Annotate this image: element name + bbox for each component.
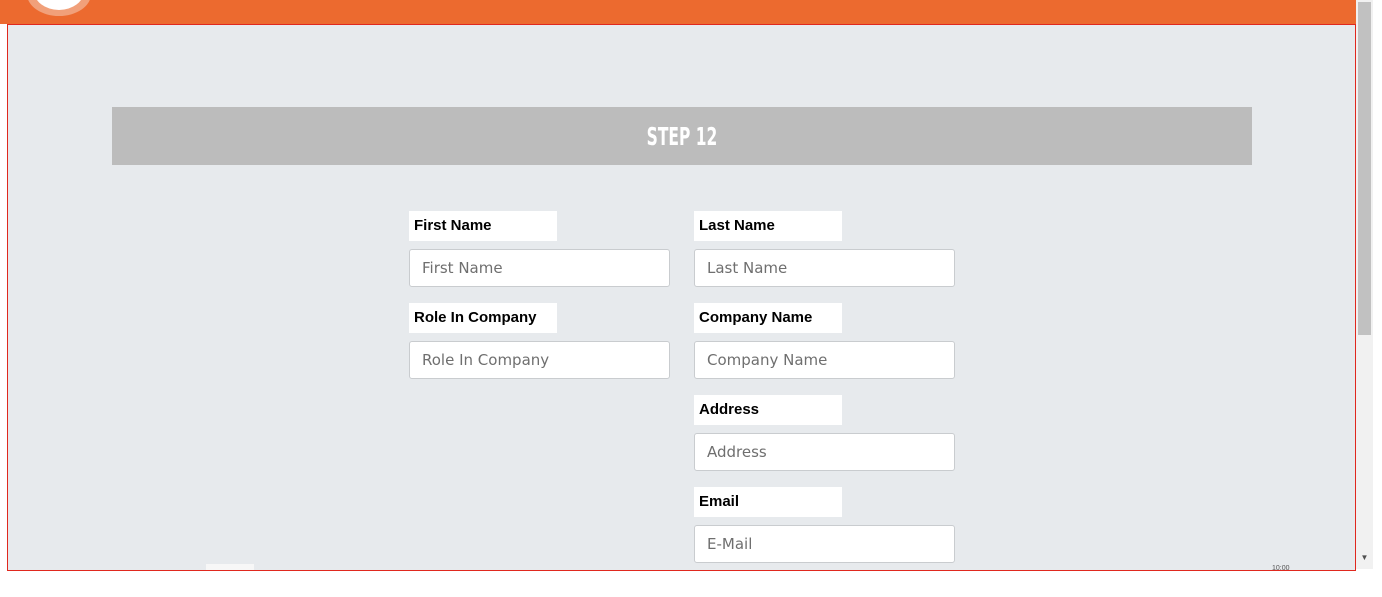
company-name-label: Company Name	[694, 303, 842, 333]
step-title: STEP 12	[646, 121, 718, 151]
last-name-label: Last Name	[694, 211, 842, 241]
form-frame: STEP 12 First Name Role In Company Last …	[7, 24, 1356, 572]
step-banner: STEP 12	[112, 107, 1252, 165]
bottom-partial-text: 10:00	[1272, 565, 1290, 572]
bottom-partial-element	[206, 564, 254, 570]
address-input[interactable]	[694, 433, 955, 471]
role-input[interactable]	[409, 341, 670, 379]
address-label: Address	[694, 395, 842, 425]
email-label: Email	[694, 487, 842, 517]
logo-icon[interactable]	[27, 0, 91, 16]
vertical-scrollbar[interactable]: ▼	[1356, 0, 1373, 569]
last-name-input[interactable]	[694, 249, 955, 287]
role-label: Role In Company	[409, 303, 557, 333]
company-name-input[interactable]	[694, 341, 955, 379]
logo-inner	[34, 0, 84, 10]
first-name-label: First Name	[409, 211, 557, 241]
top-header-bar	[0, 0, 1356, 24]
arrow-down-icon[interactable]: ▼	[1356, 551, 1373, 565]
first-name-input[interactable]	[409, 249, 670, 287]
email-input[interactable]	[694, 525, 955, 563]
scrollbar-thumb[interactable]	[1358, 2, 1371, 335]
